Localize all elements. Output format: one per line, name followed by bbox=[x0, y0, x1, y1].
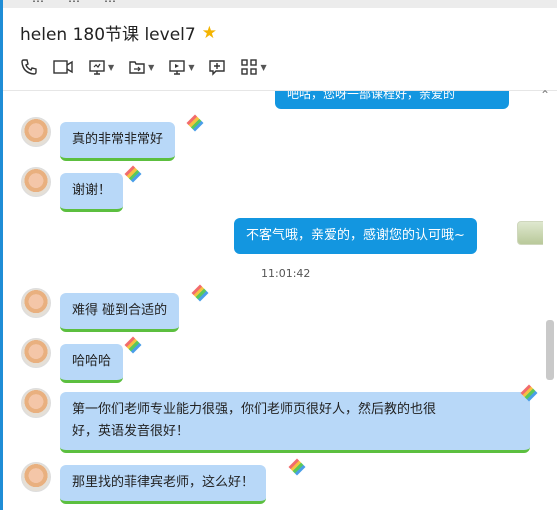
message-bubble-incoming[interactable]: 难得 碰到合适的 bbox=[60, 293, 180, 332]
chat-title: helen 180节课 level7 ★ bbox=[20, 20, 217, 46]
chat-toolbar: ▼ ▼ ▼ ▼ bbox=[20, 58, 267, 76]
video-button[interactable] bbox=[52, 58, 74, 76]
apps-grid-icon bbox=[241, 59, 258, 75]
kite-icon bbox=[124, 336, 142, 354]
chevron-down-icon[interactable]: ▼ bbox=[108, 63, 114, 72]
message-text: 谢谢！ bbox=[72, 183, 112, 198]
screen-share-icon bbox=[89, 60, 105, 75]
remote-desktop-button[interactable]: ▼ bbox=[168, 58, 194, 76]
kite-icon bbox=[186, 114, 204, 132]
chat-title-text: helen 180节课 level7 bbox=[20, 25, 196, 45]
top-tab[interactable]: … bbox=[32, 0, 44, 5]
message-text: 哈哈哈 bbox=[72, 354, 112, 369]
kite-icon bbox=[124, 165, 142, 183]
screen-share-button[interactable]: ▼ bbox=[88, 58, 114, 76]
chevron-down-icon[interactable]: ▼ bbox=[260, 63, 266, 72]
message-bubble-outgoing[interactable]: 吧咕，您呀一部课程好，亲爱的 bbox=[275, 91, 509, 109]
phone-icon bbox=[21, 59, 37, 75]
add-comment-icon bbox=[209, 60, 226, 76]
message-bubble-incoming[interactable]: 谢谢！ bbox=[60, 173, 124, 212]
message-bubble-incoming[interactable]: 第一你们老师专业能力很强，你们老师页很好人，然后教的也很 好，英语发音很好！ bbox=[60, 392, 530, 453]
top-tabs: … … … bbox=[32, 0, 116, 5]
avatar[interactable] bbox=[21, 167, 51, 197]
add-comment-button[interactable] bbox=[208, 58, 226, 76]
message-text: 不客气哦，亲爱的，感谢您的认可哦~ bbox=[246, 228, 465, 243]
video-icon bbox=[53, 60, 73, 74]
top-tab[interactable]: … bbox=[68, 0, 80, 5]
message-text: 好，英语发音很好！ bbox=[72, 424, 190, 439]
top-tab[interactable]: … bbox=[104, 0, 116, 5]
message-bubble-incoming[interactable]: 哈哈哈 bbox=[60, 344, 124, 383]
message-text: 难得 碰到合适的 bbox=[72, 303, 168, 318]
chat-header: helen 180节课 level7 ★ ▼ ▼ ▼ ▼ bbox=[3, 8, 557, 91]
avatar[interactable] bbox=[21, 388, 51, 418]
top-tab-strip: … … … bbox=[0, 0, 557, 8]
file-transfer-icon bbox=[129, 61, 145, 74]
chat-history[interactable]: 吧咕，您呀一部课程好，亲爱的 真的非常非常好 谢谢！ 不客气哦，亲爱的，感谢您的… bbox=[3, 91, 543, 510]
apps-grid-button[interactable]: ▼ bbox=[240, 58, 267, 76]
message-bubble-incoming[interactable]: 真的非常非常好 bbox=[60, 122, 176, 161]
message-timestamp: 11:01:42 bbox=[261, 267, 311, 280]
chat-scrollbar[interactable] bbox=[546, 320, 554, 380]
message-text: 那里找的菲律宾老师，这么好！ bbox=[72, 475, 255, 490]
message-bubble-incoming[interactable]: 那里找的菲律宾老师，这么好！ bbox=[60, 465, 267, 504]
chevron-down-icon[interactable]: ▼ bbox=[188, 63, 194, 72]
file-transfer-button[interactable]: ▼ bbox=[128, 58, 154, 76]
my-avatar[interactable] bbox=[517, 221, 543, 245]
message-bubble-outgoing[interactable]: 不客气哦，亲爱的，感谢您的认可哦~ bbox=[234, 218, 477, 254]
avatar[interactable] bbox=[21, 117, 51, 147]
message-text: 第一你们老师专业能力很强，你们老师页很好人，然后教的也很 bbox=[72, 402, 437, 417]
message-text: 吧咕，您呀一部课程好，亲爱的 bbox=[287, 91, 456, 101]
remote-desktop-icon bbox=[169, 60, 186, 75]
kite-icon bbox=[191, 284, 209, 302]
avatar[interactable] bbox=[21, 462, 51, 492]
avatar[interactable] bbox=[21, 338, 51, 368]
avatar[interactable] bbox=[21, 288, 51, 318]
collapse-icon[interactable]: ⌃ bbox=[540, 88, 550, 102]
kite-icon bbox=[288, 458, 306, 476]
chevron-down-icon[interactable]: ▼ bbox=[148, 63, 154, 72]
phone-button[interactable] bbox=[20, 58, 38, 76]
message-text: 真的非常非常好 bbox=[72, 132, 164, 147]
star-icon[interactable]: ★ bbox=[202, 23, 217, 43]
